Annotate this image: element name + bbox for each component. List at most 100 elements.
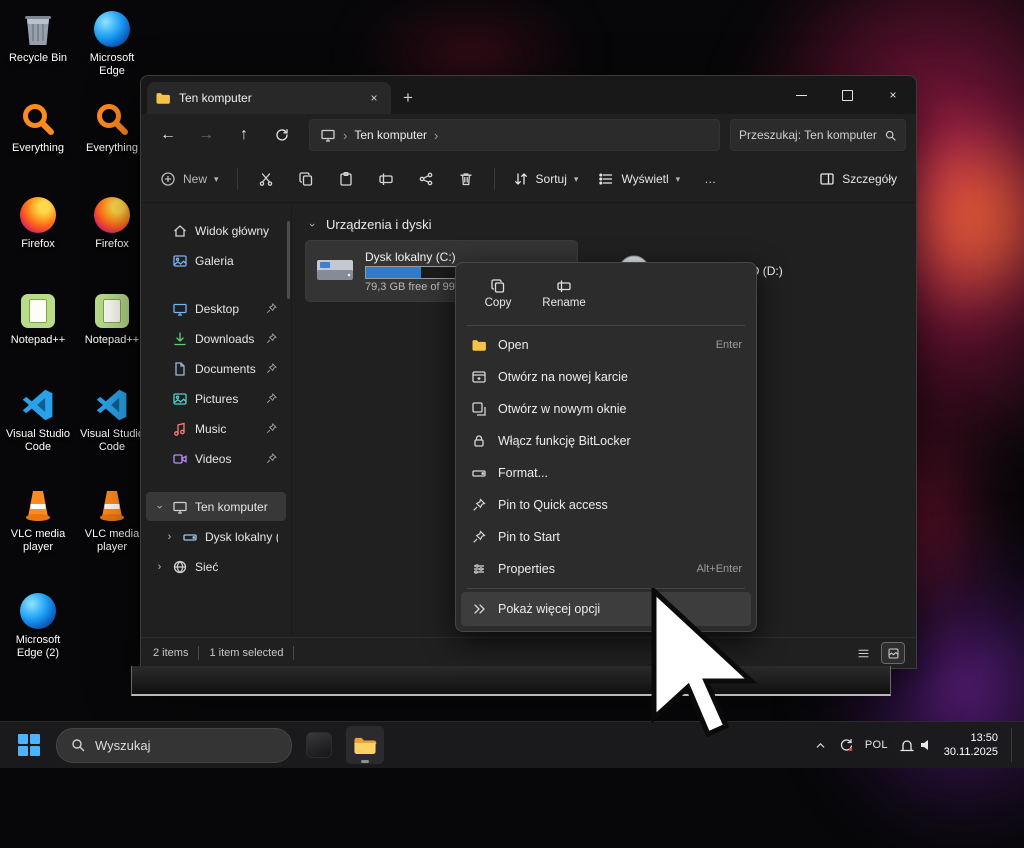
sidebar-item-desktop[interactable]: Desktop: [146, 294, 286, 323]
sidebar-item-local-disk-c[interactable]: › Dysk lokalny (C:): [146, 522, 286, 551]
menu-item-open-new-window[interactable]: Otwórz w nowym oknie: [461, 393, 751, 425]
desktop-icon-firefox[interactable]: Firefox: [2, 196, 74, 251]
share-button[interactable]: [407, 163, 445, 195]
desktop-icon-everything-2[interactable]: Everything: [76, 100, 148, 155]
hidden-icons-chevron-icon[interactable]: [814, 739, 827, 752]
taskbar-file-explorer-icon[interactable]: [346, 726, 384, 764]
everything-icon: [19, 100, 57, 138]
folder-icon: [156, 93, 170, 104]
sidebar-item-gallery[interactable]: Galeria: [146, 246, 286, 275]
up-button[interactable]: ↑: [227, 119, 261, 151]
network-volume-tray-icons[interactable]: [899, 737, 933, 753]
close-button[interactable]: ×: [870, 76, 916, 114]
chevron-collapsed-icon[interactable]: ›: [164, 531, 175, 543]
start-button[interactable]: [10, 726, 48, 764]
sidebar-item-this-pc[interactable]: › Ten komputer: [146, 492, 286, 521]
paste-button[interactable]: [327, 163, 365, 195]
chevron-expanded-icon[interactable]: ›: [306, 219, 318, 231]
new-button[interactable]: New ▾: [151, 163, 228, 195]
desktop-icon-everything[interactable]: Everything: [2, 100, 74, 155]
taskbar-search-input[interactable]: Wyszukaj: [56, 727, 292, 763]
videos-icon: [173, 453, 187, 464]
pin-icon: [266, 423, 277, 434]
view-button[interactable]: Wyświetl ▾: [589, 163, 689, 195]
firefox-icon: [19, 196, 57, 234]
menu-item-open[interactable]: Open Enter: [461, 329, 751, 361]
large-icons-view-button[interactable]: [881, 642, 905, 664]
delete-button[interactable]: [447, 163, 485, 195]
new-tab-icon: [470, 369, 487, 385]
menu-item-pin-to-start[interactable]: Pin to Start: [461, 521, 751, 553]
section-devices-and-drives[interactable]: › Urządzenia i dyski: [306, 217, 916, 232]
status-bar: 2 items 1 item selected: [141, 637, 916, 668]
tab-ten-komputer[interactable]: Ten komputer ×: [147, 82, 391, 114]
menu-item-open-new-tab[interactable]: Otwórz na nowej karcie: [461, 361, 751, 393]
sort-button[interactable]: Sortuj ▾: [504, 163, 588, 195]
forward-button[interactable]: →: [189, 119, 223, 151]
desktop-icon-microsoft-edge[interactable]: Microsoft Edge: [76, 10, 148, 77]
quick-copy-button[interactable]: Copy: [467, 270, 529, 316]
show-desktop-button[interactable]: [1011, 728, 1016, 762]
sidebar-scrollbar[interactable]: [287, 221, 290, 299]
caption-buttons: ×: [778, 76, 916, 114]
sort-button-label: Sortuj: [535, 172, 567, 186]
sidebar-item-videos[interactable]: Videos: [146, 444, 286, 473]
breadcrumb-separator-icon: ›: [434, 127, 439, 143]
minimize-button[interactable]: [778, 76, 824, 114]
navigation-pane: Widok główny Galeria Desktop Downloads D…: [141, 203, 292, 637]
language-indicator[interactable]: POL: [865, 739, 888, 751]
taskbar-app-icon[interactable]: [300, 726, 338, 764]
share-icon: [419, 172, 432, 186]
tab-close-icon[interactable]: ×: [365, 89, 383, 107]
desktop-icon-notepadpp[interactable]: Notepad++: [2, 292, 74, 347]
sync-tray-icon[interactable]: [838, 737, 854, 753]
menu-item-bitlocker[interactable]: Włącz funkcję BitLocker: [461, 425, 751, 457]
desktop-icon-firefox-2[interactable]: Firefox: [76, 196, 148, 251]
desktop-icon-microsoft-edge-2[interactable]: Microsoft Edge (2): [2, 592, 74, 659]
drive-icon: [183, 533, 197, 541]
desktop-icon-vlc-2[interactable]: VLC media player: [76, 486, 148, 553]
recycle-bin-icon: [19, 10, 57, 48]
everything-icon: [93, 100, 131, 138]
sidebar-item-pictures[interactable]: Pictures: [146, 384, 286, 413]
more-options-button[interactable]: …: [691, 163, 729, 195]
new-tab-button[interactable]: +: [391, 82, 425, 114]
command-bar: New ▾ Sortuj ▾ Wyświetl ▾ … Szczegóły: [141, 156, 916, 203]
menu-item-pin-quick-access[interactable]: Pin to Quick access: [461, 489, 751, 521]
desktop-icon-notepadpp-2[interactable]: Notepad++: [76, 292, 148, 347]
chevron-collapsed-icon[interactable]: ›: [154, 561, 165, 573]
address-bar[interactable]: › Ten komputer ›: [309, 119, 720, 151]
chevron-expanded-icon[interactable]: ›: [154, 501, 166, 512]
sidebar-item-music[interactable]: Music: [146, 414, 286, 443]
desktop-icon-recycle-bin[interactable]: Recycle Bin: [2, 10, 74, 65]
date: 30.11.2025: [943, 746, 998, 758]
sidebar-item-documents[interactable]: Documents: [146, 354, 286, 383]
rename-button[interactable]: [367, 163, 405, 195]
details-view-button[interactable]: [852, 643, 874, 663]
menu-item-format[interactable]: Format...: [461, 457, 751, 489]
breadcrumb[interactable]: Ten komputer: [354, 128, 427, 142]
chevron-down-icon: ▾: [214, 173, 219, 184]
search-input[interactable]: Przeszukaj: Ten komputer: [730, 119, 906, 151]
menu-item-show-more-options[interactable]: Pokaż więcej opcji: [461, 592, 751, 626]
back-button[interactable]: ←: [151, 119, 185, 151]
desktop-icon-vscode[interactable]: Visual Studio Code: [2, 386, 74, 453]
desktop-icon-vlc[interactable]: VLC media player: [2, 486, 74, 553]
lock-icon: [470, 433, 487, 449]
details-pane-icon: [820, 173, 834, 185]
taskbar-clock[interactable]: 13:50 30.11.2025: [944, 731, 998, 760]
copy-button[interactable]: [287, 163, 325, 195]
maximize-button[interactable]: [824, 76, 870, 114]
sidebar-item-home[interactable]: Widok główny: [146, 216, 286, 245]
menu-item-properties[interactable]: Properties Alt+Enter: [461, 553, 751, 585]
cut-button[interactable]: [247, 163, 285, 195]
sidebar-item-network[interactable]: › Sieć: [146, 552, 286, 581]
sidebar-item-downloads[interactable]: Downloads: [146, 324, 286, 353]
quick-rename-button[interactable]: Rename: [533, 270, 595, 316]
refresh-button[interactable]: [265, 119, 299, 151]
firefox-icon: [93, 196, 131, 234]
details-pane-button[interactable]: Szczegóły: [810, 163, 906, 195]
section-title: Urządzenia i dyski: [326, 217, 432, 232]
quick-rename-label: Rename: [542, 296, 586, 309]
desktop-icon-vscode-2[interactable]: Visual Studio Code: [76, 386, 148, 453]
